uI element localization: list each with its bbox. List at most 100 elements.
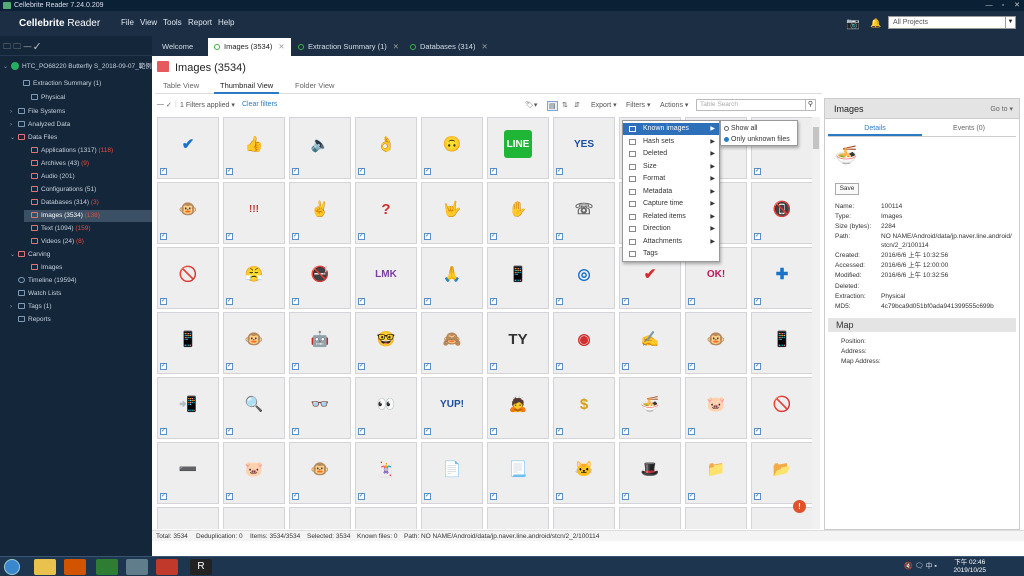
- tree-item[interactable]: Databases (314) (3): [31, 197, 99, 209]
- select-checkbox[interactable]: ✓: [226, 428, 233, 435]
- select-checkbox[interactable]: ✓: [424, 428, 431, 435]
- select-checkbox[interactable]: ✓: [490, 298, 497, 305]
- filter-menu-item[interactable]: Format ▶: [623, 173, 719, 185]
- select-checkbox[interactable]: ✓: [226, 168, 233, 175]
- select-checkbox[interactable]: ✓: [358, 168, 365, 175]
- thumbnail-cell[interactable]: ✍ ✓: [619, 312, 681, 374]
- select-checkbox[interactable]: ✓: [160, 298, 167, 305]
- select-checkbox[interactable]: ✓: [556, 298, 563, 305]
- select-checkbox[interactable]: ✓: [556, 168, 563, 175]
- menu-view[interactable]: View: [140, 18, 157, 27]
- thumbnail-image[interactable]: 👌: [372, 130, 400, 158]
- select-checkbox[interactable]: ✓: [160, 493, 167, 500]
- thumbnail-cell[interactable]: 🤖 ✓: [289, 312, 351, 374]
- thumbnail-image[interactable]: 📲: [174, 390, 202, 418]
- submenu-show-all[interactable]: Show all: [721, 123, 797, 134]
- thumbnail-cell[interactable]: [223, 507, 285, 529]
- select-checkbox[interactable]: ✓: [688, 428, 695, 435]
- thumbnail-image[interactable]: 📁: [702, 455, 730, 483]
- thumbnail-image[interactable]: 📵: [768, 195, 796, 223]
- chrome-icon[interactable]: [96, 559, 118, 575]
- maximize-icon[interactable]: ▫: [996, 1, 1010, 10]
- tab-details[interactable]: Details: [828, 121, 922, 136]
- thumbnail-image[interactable]: 👀: [372, 390, 400, 418]
- thumbnail-cell[interactable]: 🚫 ✓: [157, 247, 219, 309]
- tree-item[interactable]: Extraction Summary (1): [23, 78, 101, 90]
- thumbnail-image[interactable]: 📄: [438, 455, 466, 483]
- thumbnail-image[interactable]: 🚫: [174, 260, 202, 288]
- select-checkbox[interactable]: ✓: [490, 493, 497, 500]
- thumbnail-cell[interactable]: ? ✓: [355, 182, 417, 244]
- tree-item[interactable]: Videos (24) (8): [31, 236, 84, 248]
- thumbnail-image[interactable]: 🐵: [702, 325, 730, 353]
- select-checkbox[interactable]: ✓: [424, 298, 431, 305]
- thumbnail-cell[interactable]: 📂 ✓: [751, 442, 812, 504]
- thumbnail-cell[interactable]: $ ✓: [553, 377, 615, 439]
- system-tray[interactable]: 🔇 🗨 中 ▪: [904, 561, 937, 571]
- view-mode-icon[interactable]: ▤: [547, 101, 558, 111]
- thumbnail-image[interactable]: ☏: [570, 195, 598, 223]
- select-checkbox[interactable]: ✓: [622, 493, 629, 500]
- table-search-input[interactable]: Table Search ⚲: [696, 99, 816, 111]
- search-icon[interactable]: ⚲: [805, 100, 815, 110]
- select-checkbox[interactable]: ✓: [358, 298, 365, 305]
- filter-menu-item[interactable]: Deleted ▶: [623, 148, 719, 160]
- thumbnail-cell[interactable]: [289, 507, 351, 529]
- thumbnail-image[interactable]: 📱: [504, 260, 532, 288]
- thumbnail-image[interactable]: ?: [372, 195, 400, 223]
- thumbnail-image[interactable]: 🙃: [438, 130, 466, 158]
- filter-menu-item[interactable]: Size ▶: [623, 161, 719, 173]
- select-checkbox[interactable]: ✓: [622, 363, 629, 370]
- thumbnail-cell[interactable]: 🔈 ✓: [289, 117, 351, 179]
- thumbnail-cell[interactable]: 📃 ✓: [487, 442, 549, 504]
- thumbnail-cell[interactable]: [685, 507, 747, 529]
- sort-desc-icon[interactable]: ⇵: [574, 101, 580, 109]
- thumbnail-image[interactable]: LMK: [372, 260, 400, 288]
- select-checkbox[interactable]: ✓: [226, 493, 233, 500]
- select-checkbox[interactable]: ✓: [226, 233, 233, 240]
- select-checkbox[interactable]: ✓: [160, 233, 167, 240]
- filter-menu-item[interactable]: Attachments ▶: [623, 236, 719, 248]
- select-checkbox[interactable]: ✓: [490, 363, 497, 370]
- thumbnail-image[interactable]: 🐵: [306, 455, 334, 483]
- thumbnail-cell[interactable]: 🐵 ✓: [223, 312, 285, 374]
- select-checkbox[interactable]: ✓: [556, 428, 563, 435]
- thumbnail-cell[interactable]: 🐷 ✓: [223, 442, 285, 504]
- menu-help[interactable]: Help: [218, 18, 234, 27]
- clear-filters-link[interactable]: Clear filters: [242, 101, 277, 108]
- thumbnail-image[interactable]: 📱: [174, 325, 202, 353]
- thumbnail-image[interactable]: !!!: [240, 195, 268, 223]
- thumbnail-image[interactable]: ◉: [570, 325, 598, 353]
- select-checkbox[interactable]: ✓: [754, 233, 761, 240]
- thumbnail-image[interactable]: 👓: [306, 390, 334, 418]
- select-checkbox[interactable]: ✓: [292, 168, 299, 175]
- thumbnail-image[interactable]: 🔍: [240, 390, 268, 418]
- tree-item[interactable]: ⌄ Data Files: [10, 132, 57, 144]
- filter-menu-item[interactable]: Direction ▶: [623, 223, 719, 235]
- thumbnail-image[interactable]: YUP!: [438, 390, 466, 418]
- clock[interactable]: 下午 02:46 2019/10/25: [953, 559, 986, 575]
- tree-item[interactable]: › Tags (1): [10, 301, 51, 313]
- start-icon[interactable]: [4, 559, 20, 575]
- filter-menu-item[interactable]: Known images ▶: [623, 123, 719, 135]
- thumbnail-cell[interactable]: 👍 ✓: [223, 117, 285, 179]
- submenu-only-unknown[interactable]: Only unknown files: [721, 134, 797, 145]
- thumbnail-image[interactable]: 📱: [768, 325, 796, 353]
- select-checkbox[interactable]: ✓: [292, 428, 299, 435]
- thumbnail-image[interactable]: 🙈: [438, 325, 466, 353]
- thumbnail-cell[interactable]: [487, 507, 549, 529]
- check-icon[interactable]: ✓: [34, 42, 41, 51]
- select-checkbox[interactable]: ✓: [226, 363, 233, 370]
- thumbnail-cell[interactable]: 🎩 ✓: [619, 442, 681, 504]
- close-tab-icon[interactable]: ✕: [278, 42, 284, 51]
- thumbnail-image[interactable]: 🎩: [636, 455, 664, 483]
- thumbnail-cell[interactable]: LMK ✓: [355, 247, 417, 309]
- tree-item[interactable]: ⌄ Carving: [10, 249, 50, 261]
- select-checkbox[interactable]: ✓: [754, 363, 761, 370]
- filter-menu-item[interactable]: Metadata ▶: [623, 186, 719, 198]
- thumbnail-cell[interactable]: 🚫 ✓: [751, 377, 812, 439]
- thumbnail-image[interactable]: ➖: [174, 455, 202, 483]
- thumbnail-image[interactable]: 😤: [240, 260, 268, 288]
- select-checkbox[interactable]: ✓: [424, 493, 431, 500]
- thumbnail-image[interactable]: 🤟: [438, 195, 466, 223]
